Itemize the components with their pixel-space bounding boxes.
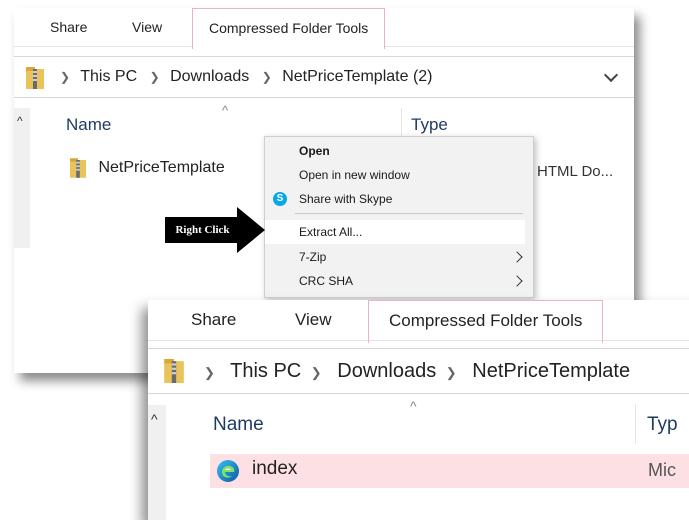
tab-compressed-folder-tools[interactable]: Compressed Folder Tools <box>368 300 604 343</box>
zip-folder-icon <box>26 67 44 89</box>
explorer-window-bottom: Share View Compressed Folder Tools ❯ Thi… <box>148 300 689 520</box>
file-type: Mic <box>648 460 676 480</box>
scroll-up-icon[interactable]: ^ <box>151 411 158 427</box>
context-menu: Open Open in new window S Share with Sky… <box>264 136 534 298</box>
tab-compressed-folder-tools[interactable]: Compressed Folder Tools <box>192 8 386 49</box>
right-click-callout: Right Click <box>165 207 265 253</box>
zip-folder-icon <box>164 359 184 383</box>
chevron-right-icon: ❯ <box>261 70 272 84</box>
file-row-selected[interactable]: index Mic <box>210 454 689 488</box>
scroll-up-icon[interactable]: ^ <box>17 114 23 128</box>
scrollbar[interactable]: ^ <box>14 108 30 248</box>
column-header-type[interactable]: Typ <box>647 414 678 436</box>
tab-view[interactable]: View <box>132 8 162 46</box>
ribbon-tabs: Share View Compressed Folder Tools <box>148 300 689 343</box>
zip-folder-icon <box>70 158 86 178</box>
tab-view[interactable]: View <box>295 300 332 340</box>
menu-item-extract-all[interactable]: Extract All... <box>299 221 362 243</box>
breadcrumb: ❯ This PC ❯ Downloads ❯ NetPriceTemplate <box>200 349 630 393</box>
column-divider[interactable] <box>401 108 402 138</box>
file-row[interactable]: NetPriceTemplate <box>70 158 225 178</box>
tab-share[interactable]: Share <box>191 300 236 340</box>
chevron-down-icon[interactable] <box>603 67 619 83</box>
chevron-right-icon: ❯ <box>445 365 457 380</box>
breadcrumb-folder[interactable]: NetPriceTemplate (2) <box>282 68 432 85</box>
ribbon-tabs: Share View Compressed Folder Tools <box>14 8 634 49</box>
arrow-right-icon <box>237 207 265 253</box>
chevron-right-icon: ❯ <box>310 365 322 380</box>
file-type: HTML Do... <box>537 163 614 180</box>
submenu-arrow-icon <box>511 275 523 287</box>
menu-item-crc-sha[interactable]: CRC SHA <box>299 270 353 292</box>
address-bar[interactable]: ❯ This PC ❯ Downloads ❯ NetPriceTemplate <box>148 348 689 394</box>
chevron-right-icon: ❯ <box>204 365 215 380</box>
menu-item-open-new-window[interactable]: Open in new window <box>299 164 410 186</box>
breadcrumb-this-pc[interactable]: This PC <box>80 68 137 85</box>
column-divider[interactable] <box>635 404 636 444</box>
menu-item-share-skype[interactable]: Share with Skype <box>299 188 392 210</box>
column-header-name[interactable]: Name <box>66 115 111 135</box>
menu-item-7zip[interactable]: 7-Zip <box>299 246 326 268</box>
file-name: index <box>252 458 298 479</box>
edge-icon <box>217 460 239 482</box>
column-header-name[interactable]: Name <box>213 414 264 436</box>
menu-item-open[interactable]: Open <box>299 140 330 162</box>
column-header-type[interactable]: Type <box>411 115 448 135</box>
sort-indicator-icon: ^ <box>222 103 229 118</box>
chevron-right-icon: ❯ <box>60 70 71 84</box>
submenu-arrow-icon <box>511 251 523 263</box>
breadcrumb-this-pc[interactable]: This PC <box>230 360 301 382</box>
scrollbar[interactable]: ^ <box>148 405 166 520</box>
breadcrumb: ❯ This PC ❯ Downloads ❯ NetPriceTemplate… <box>58 57 439 97</box>
breadcrumb-folder[interactable]: NetPriceTemplate <box>472 360 630 382</box>
skype-icon: S <box>273 192 287 206</box>
chevron-right-icon: ❯ <box>149 70 160 84</box>
menu-separator <box>295 213 523 214</box>
address-bar[interactable]: ❯ This PC ❯ Downloads ❯ NetPriceTemplate… <box>14 56 634 98</box>
sort-indicator-icon: ^ <box>410 398 417 414</box>
breadcrumb-downloads[interactable]: Downloads <box>337 360 436 382</box>
breadcrumb-downloads[interactable]: Downloads <box>170 68 249 85</box>
callout-label: Right Click <box>165 217 240 243</box>
file-name: NetPriceTemplate <box>98 159 225 177</box>
tab-share[interactable]: Share <box>50 8 87 46</box>
